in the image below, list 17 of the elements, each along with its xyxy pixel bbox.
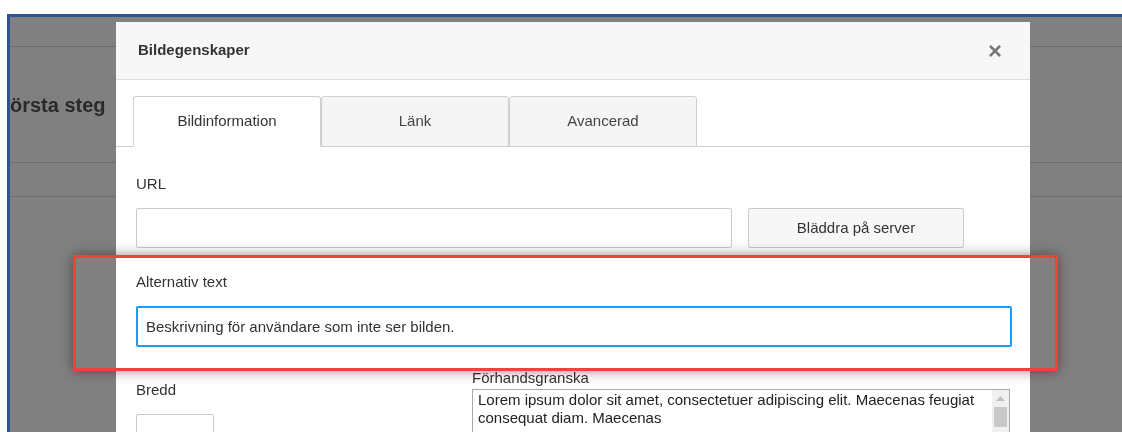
page-heading: örsta steg — [10, 92, 106, 118]
field-label: Förhandsgranska — [472, 369, 589, 387]
tab[interactable]: Bildinformation — [133, 96, 321, 147]
scroll-thumb[interactable] — [994, 407, 1007, 427]
alt-text-field[interactable]: Beskrivning för användare som inte ser bilden. — [136, 306, 1012, 347]
close-button[interactable]: × — [988, 38, 1002, 63]
scroll-up-icon[interactable] — [996, 396, 1005, 401]
field-label: Bredd — [136, 381, 177, 399]
scrollbar[interactable] — [992, 390, 1009, 432]
tab[interactable]: Länk — [321, 96, 509, 147]
field-label: URL — [136, 175, 166, 193]
url-field[interactable] — [136, 208, 732, 248]
browse-button[interactable]: Bläddra på server — [748, 208, 964, 248]
preview-text: Lorem ipsum dolor sit amet, consectetuer adipiscing elit. Maecenas feugiat consequat diam. Maecenas — [477, 390, 976, 428]
field-label: Alternativ text — [136, 273, 227, 291]
dialog-title: Bildegenskaper — [138, 40, 250, 61]
tab[interactable]: Avancerad — [509, 96, 697, 147]
